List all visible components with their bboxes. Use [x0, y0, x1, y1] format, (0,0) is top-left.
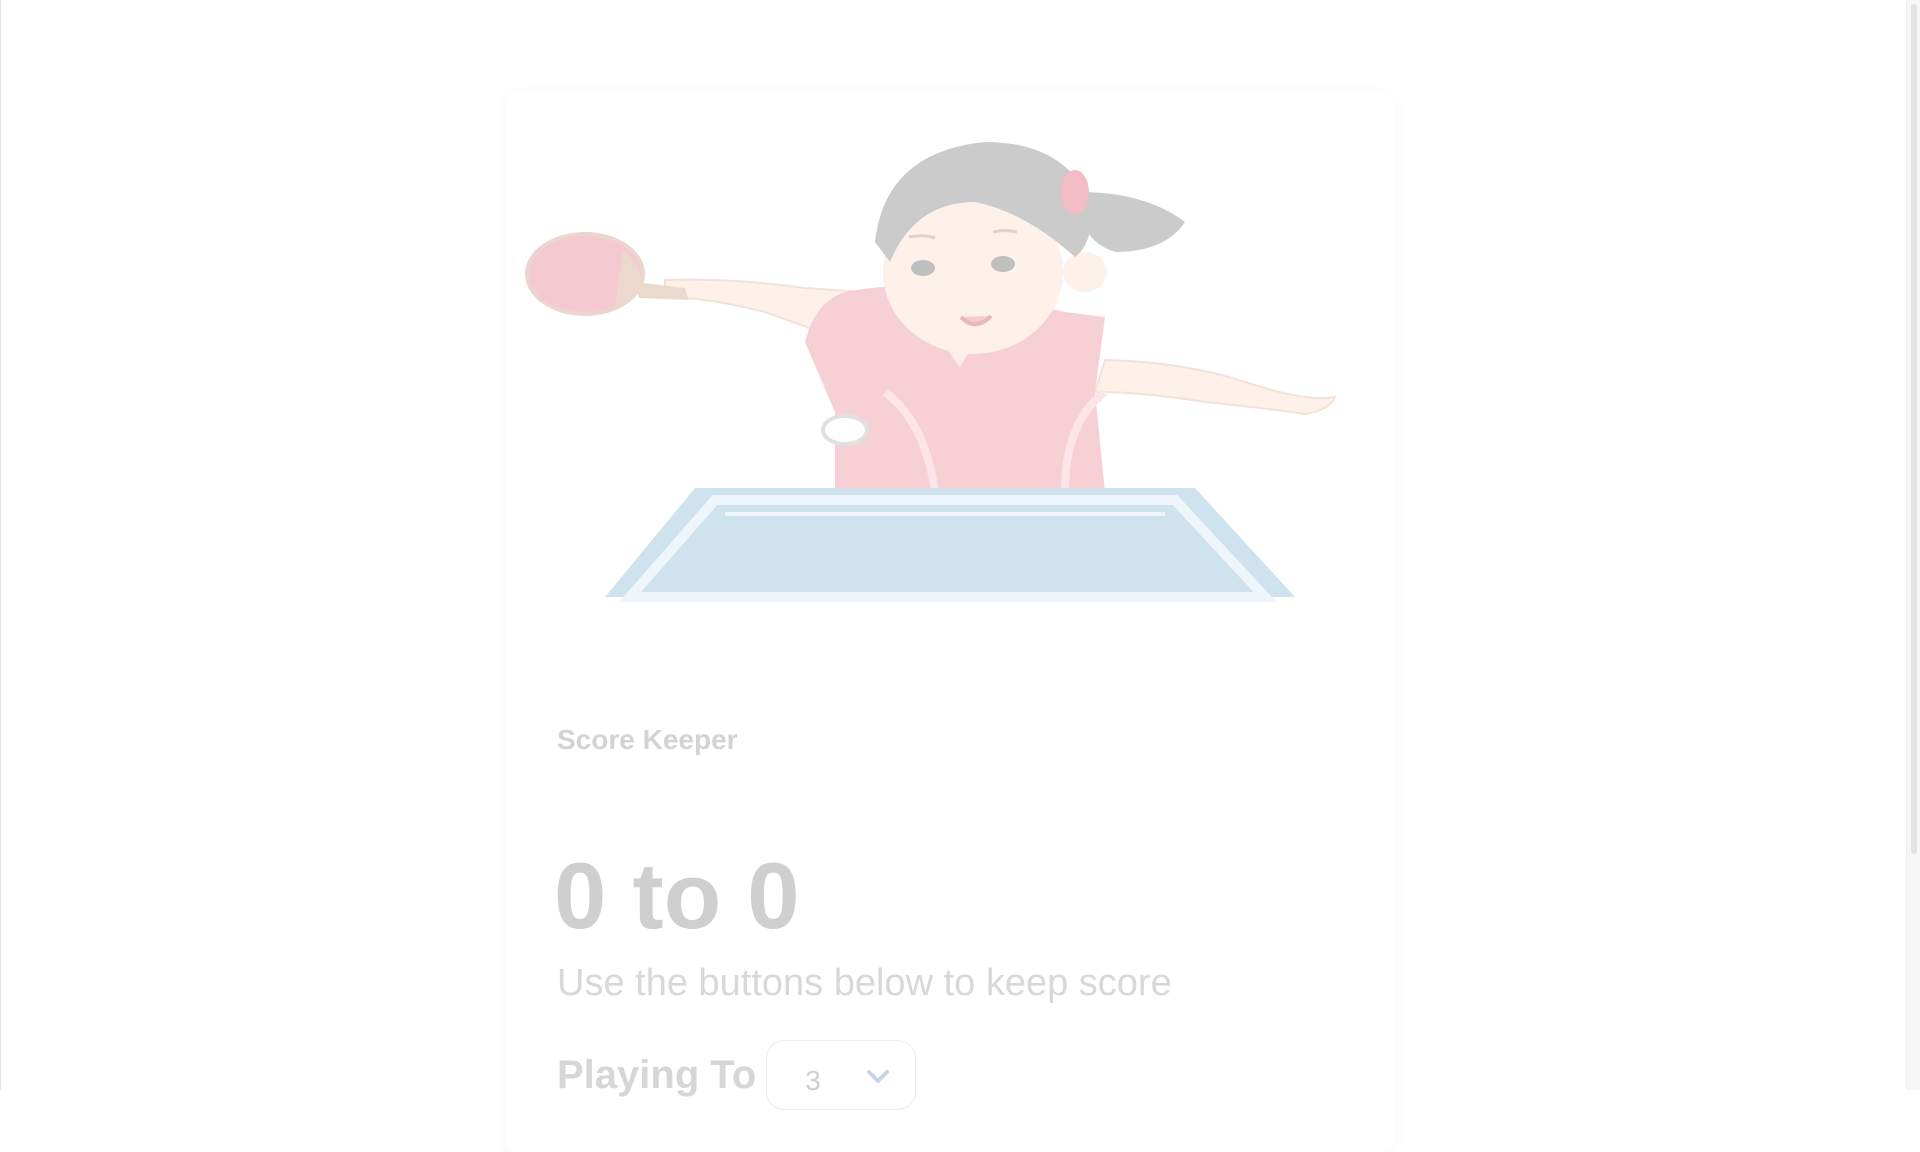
playing-to-value: 3	[805, 1065, 821, 1096]
table-icon	[605, 488, 1295, 602]
score-display: 0 to 0	[554, 842, 800, 950]
playing-to-select[interactable]: 3	[766, 1040, 917, 1110]
player2-score: 0	[747, 843, 800, 948]
paddle-icon	[525, 232, 689, 316]
scrollbar-thumb[interactable]	[1911, 4, 1917, 854]
app-title: Score Keeper	[557, 724, 738, 755]
ball-icon	[821, 414, 869, 446]
table-tennis-girl-illustration	[525, 142, 1337, 602]
score-keeper-card: Score Keeper 0 to 0 Use the buttons belo…	[505, 92, 1395, 1152]
playing-to-label: Playing To	[557, 1052, 757, 1097]
hero-image	[505, 92, 1395, 692]
score-separator: to	[632, 843, 722, 948]
chevron-down-icon	[867, 1070, 890, 1083]
browser-viewport: Score Keeper 0 to 0 Use the buttons belo…	[0, 0, 1920, 1152]
playing-to-row: Playing To 3	[557, 1040, 917, 1110]
subtitle: Use the buttons below to keep score	[557, 962, 1172, 1004]
vertical-scrollbar[interactable]	[1906, 0, 1920, 1090]
player1-score: 0	[554, 843, 607, 948]
